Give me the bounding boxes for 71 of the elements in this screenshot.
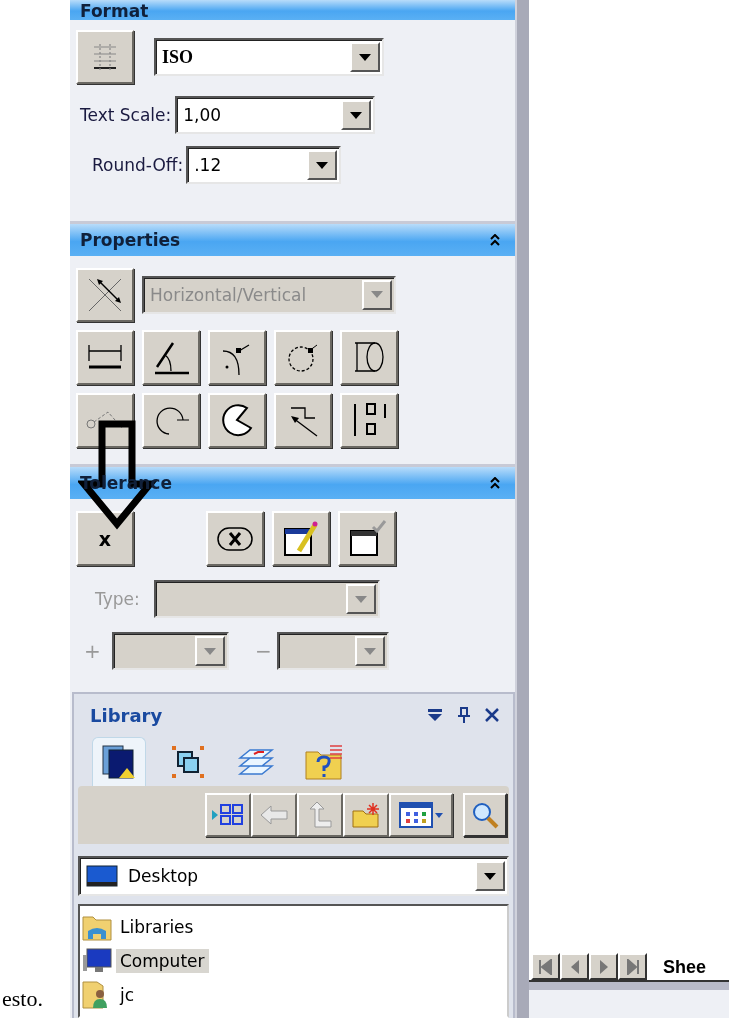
text-scale-dropdown[interactable]: 1,00 [175,96,376,134]
next-sheet-button[interactable] [589,953,618,980]
sheet-tab[interactable]: Shee [663,957,707,980]
ordinate-dimension-button[interactable] [340,392,398,448]
folder-item[interactable]: Computer [116,949,209,973]
angle-dimension-button[interactable] [142,329,200,385]
dropdown-arrow-icon [484,872,496,880]
pin-icon[interactable] [457,707,471,723]
dropdown-arrow-icon [354,595,367,603]
section-title: Format [80,3,149,20]
last-sheet-button[interactable] [618,953,647,980]
linear-dimension-button[interactable] [76,329,134,385]
ellipse-dimension-button[interactable] [340,329,398,385]
grid-view-icon [211,802,245,828]
style-dropdown[interactable]: ISO [154,38,384,76]
search-icon [470,800,500,830]
close-icon[interactable] [485,708,499,722]
first-icon [538,958,553,975]
dropdown-arrow-icon [359,53,371,61]
new-folder-icon [351,801,381,829]
folder-question-icon [304,742,344,782]
edit-tolerance-button[interactable] [272,511,330,567]
radius-dimension-button[interactable] [208,329,266,385]
orientation-button[interactable] [76,267,134,322]
tolerance-symbol-button[interactable] [206,511,264,567]
new-folder-button[interactable] [343,793,389,837]
round-off-dropdown[interactable]: .12 [186,146,342,184]
dropdown-menu-icon[interactable] [427,708,443,722]
horizontal-scrollbar[interactable] [529,982,729,1018]
location-dropdown[interactable]: Desktop [78,856,509,896]
desktop-icon [86,864,118,888]
folder-item[interactable]: Libraries [116,915,198,939]
arc-dimension-button[interactable] [142,392,200,448]
section-title: Tolerance [80,473,172,494]
search-button[interactable] [463,793,507,837]
jog-dimension-button[interactable] [274,392,332,448]
dropdown-arrow-icon [316,161,329,169]
apply-tolerance-button[interactable] [338,511,396,567]
folder-item[interactable]: jc [116,983,139,1007]
tolerance-x-button[interactable]: x [76,511,134,567]
dropdown-arrow-icon [371,291,383,299]
caption-text: esto. [1,986,43,1012]
diameter-dimension-button[interactable] [274,329,332,385]
text-scale-label: Text Scale: [80,105,172,125]
back-arrow-icon [259,803,289,827]
back-button[interactable] [251,793,297,837]
table-icon [91,42,119,72]
plus-label: + [84,639,102,664]
library-tab[interactable] [92,737,146,786]
views-icon [398,801,444,829]
view-toggle-button[interactable] [205,793,251,837]
dimension-style-button[interactable] [76,30,134,84]
first-sheet-button[interactable] [531,953,560,980]
section-title: Properties [80,229,181,250]
last-icon [625,958,640,975]
minus-label: − [255,639,273,664]
up-folder-button[interactable] [297,793,343,837]
views-menu-button[interactable] [389,793,453,837]
type-label: Type: [95,589,140,610]
round-off-label: Round-Off: [92,155,184,175]
window-check-icon [347,518,387,559]
folder-icon [82,913,112,941]
computer-icon [82,947,112,975]
dropdown-arrow-icon [364,647,376,655]
dropdown-arrow-icon [204,647,216,655]
library-title: Library [90,704,163,726]
pie-dimension-button[interactable] [208,392,266,448]
previous-sheet-button[interactable] [560,953,589,980]
collapse-icon[interactable] [489,233,501,246]
dropdown-arrow-icon [350,111,363,119]
collapse-icon[interactable] [489,477,501,490]
